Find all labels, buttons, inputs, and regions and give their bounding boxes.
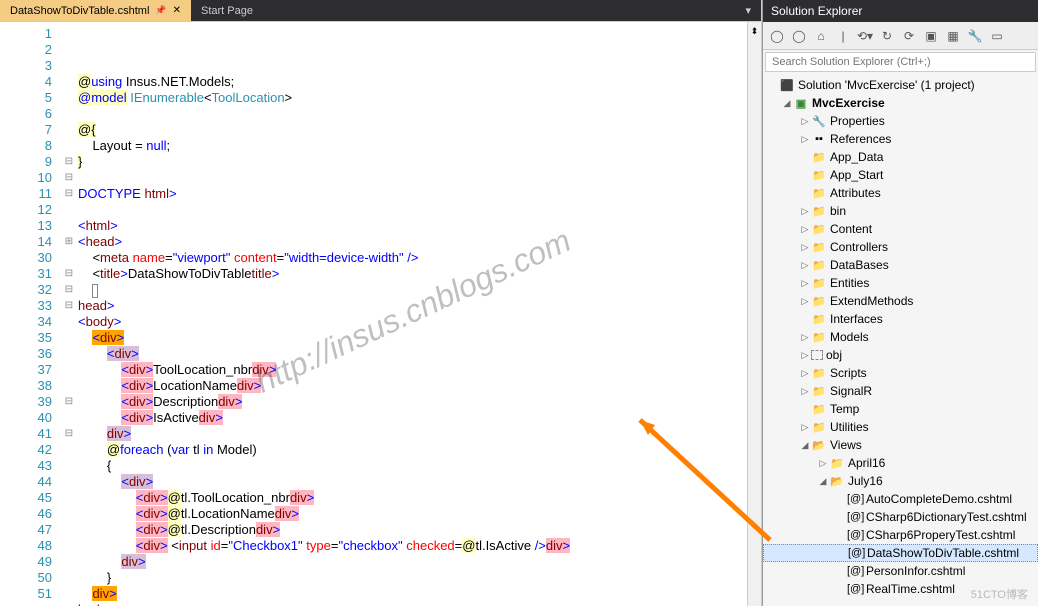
pin-icon[interactable]: 📌	[155, 5, 166, 16]
tree-item[interactable]: ▷📁Content	[763, 220, 1038, 238]
editor-pane: DataShowToDivTable.cshtml 📌 ✕ Start Page…	[0, 0, 762, 606]
tree-item[interactable]: ▷🔧Properties	[763, 112, 1038, 130]
tree-item[interactable]: 📁App_Data	[763, 148, 1038, 166]
tab-label: Start Page	[201, 5, 253, 17]
col-refresh-icon[interactable]: ⟳	[899, 26, 919, 46]
tab-active[interactable]: DataShowToDivTable.cshtml 📌 ✕	[0, 0, 191, 21]
home-icon[interactable]: ⌂	[811, 26, 831, 46]
tree-item[interactable]: ◢▣MvcExercise	[763, 94, 1038, 112]
tree-item[interactable]: ▷📁ExtendMethods	[763, 292, 1038, 310]
solution-tree[interactable]: ⬛Solution 'MvcExercise' (1 project)◢▣Mvc…	[763, 74, 1038, 606]
tab-start-page[interactable]: Start Page	[191, 0, 263, 21]
sync-icon[interactable]: ⟲▾	[855, 26, 875, 46]
tree-item[interactable]: 📁Temp	[763, 400, 1038, 418]
refresh-icon[interactable]: ↻	[877, 26, 897, 46]
tree-item[interactable]: 📁Interfaces	[763, 310, 1038, 328]
close-icon[interactable]: ✕	[173, 5, 181, 16]
show-all-icon[interactable]: ▦	[943, 26, 963, 46]
properties-icon[interactable]: 🔧	[965, 26, 985, 46]
solution-explorer-title: Solution Explorer	[763, 0, 1038, 22]
tree-item[interactable]: ▷📁Controllers	[763, 238, 1038, 256]
bottom-watermark: 51CTO博客	[971, 586, 1028, 602]
preview-icon[interactable]: ▭	[987, 26, 1007, 46]
nav-back-icon[interactable]: ◯	[767, 26, 787, 46]
tree-item[interactable]: ▷📁SignalR	[763, 382, 1038, 400]
tab-spacer	[263, 0, 735, 21]
tab-dropdown-icon[interactable]: ▾	[735, 0, 761, 21]
tree-item[interactable]: ▷📁DataBases	[763, 256, 1038, 274]
tree-item[interactable]: ◢📂July16	[763, 472, 1038, 490]
code-content[interactable]: http://insus.cnblogs.com @using Insus.NE…	[78, 22, 747, 606]
tree-item[interactable]: ◢📂Views	[763, 436, 1038, 454]
tree-item[interactable]: [@]DataShowToDivTable.cshtml	[763, 544, 1038, 562]
nav-fwd-icon[interactable]: ◯	[789, 26, 809, 46]
solution-search-input[interactable]	[765, 52, 1036, 72]
tree-item[interactable]: 📁Attributes	[763, 184, 1038, 202]
scroll-hint-margin: ⬍	[747, 22, 761, 606]
tab-bar: DataShowToDivTable.cshtml 📌 ✕ Start Page…	[0, 0, 761, 22]
split-icon[interactable]: ⬍	[748, 26, 761, 37]
tree-item[interactable]: ▷📁Entities	[763, 274, 1038, 292]
fold-gutter[interactable]: ⊟⊟⊟⊞⊟⊟⊟⊟⊟	[60, 22, 78, 606]
tree-item[interactable]: ▷📁Scripts	[763, 364, 1038, 382]
tree-item[interactable]: [@]CSharp6ProperyTest.cshtml	[763, 526, 1038, 544]
tree-item[interactable]: ▷📁bin	[763, 202, 1038, 220]
tree-item[interactable]: ▷obj	[763, 346, 1038, 364]
solution-explorer: Solution Explorer ◯ ◯ ⌂ | ⟲▾ ↻ ⟳ ▣ ▦ 🔧 ▭…	[762, 0, 1038, 606]
tree-item[interactable]: ▷📁April16	[763, 454, 1038, 472]
tree-item[interactable]: ⬛Solution 'MvcExercise' (1 project)	[763, 76, 1038, 94]
tree-item[interactable]: [@]CSharp6DictionaryTest.cshtml	[763, 508, 1038, 526]
tree-item[interactable]: ▷📁Models	[763, 328, 1038, 346]
code-area[interactable]: 1234567891011121314303132333435363738394…	[0, 22, 761, 606]
tree-item[interactable]: ▷📁Utilities	[763, 418, 1038, 436]
line-number-gutter: 1234567891011121314303132333435363738394…	[0, 22, 60, 606]
tree-item[interactable]: [@]PersonInfor.cshtml	[763, 562, 1038, 580]
tree-item[interactable]: [@]AutoCompleteDemo.cshtml	[763, 490, 1038, 508]
tab-label: DataShowToDivTable.cshtml	[10, 5, 149, 17]
sep: |	[833, 26, 853, 46]
collapse-icon[interactable]: ▣	[921, 26, 941, 46]
solution-toolbar: ◯ ◯ ⌂ | ⟲▾ ↻ ⟳ ▣ ▦ 🔧 ▭	[763, 22, 1038, 50]
tree-item[interactable]: 📁App_Start	[763, 166, 1038, 184]
tree-item[interactable]: ▷▪▪References	[763, 130, 1038, 148]
